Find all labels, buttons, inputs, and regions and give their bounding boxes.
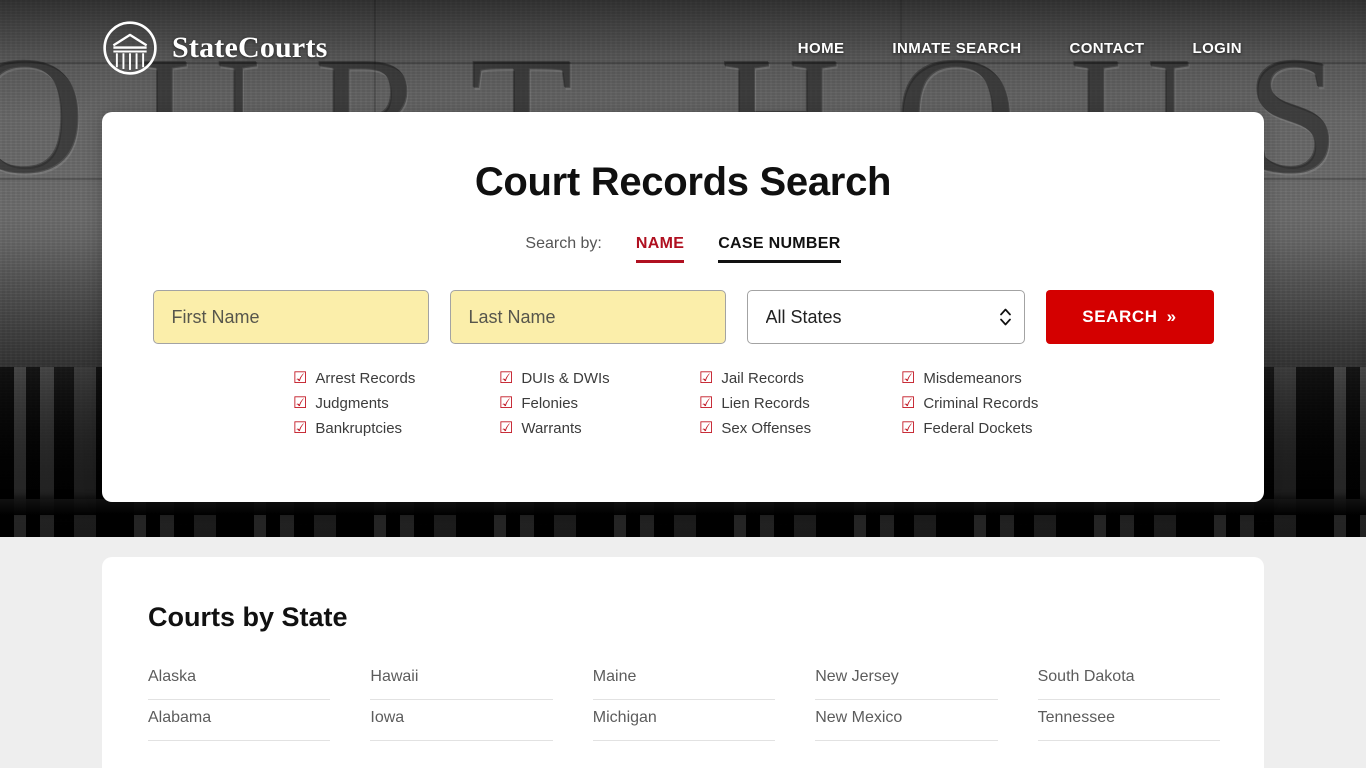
- state-link[interactable]: Hawaii: [370, 659, 553, 700]
- feature-item: ☑ Bankruptcies: [293, 420, 499, 437]
- nav-item-inmate-search[interactable]: INMATE SEARCH: [868, 32, 1045, 65]
- state-link[interactable]: Tennessee: [1037, 700, 1220, 741]
- feature-label: Arrest Records: [315, 370, 416, 387]
- double-chevron-right-icon: »: [1166, 307, 1177, 326]
- state-select-wrapper: All States: [746, 290, 1025, 344]
- site-header: StateCourts HOME INMATE SEARCH CONTACT L…: [0, 0, 1366, 96]
- search-by-label: Search by:: [525, 235, 602, 252]
- state-link[interactable]: Alaska: [148, 659, 331, 700]
- nav-item-login[interactable]: LOGIN: [1169, 32, 1267, 65]
- feature-item: ☑ Arrest Records: [293, 370, 499, 387]
- state-link[interactable]: Michigan: [592, 700, 776, 741]
- main-navigation: HOME INMATE SEARCH CONTACT LOGIN: [774, 32, 1266, 65]
- checkbox-checked-icon: ☑: [901, 394, 916, 412]
- feature-checklist: ☑ Arrest Records ☑ DUIs & DWIs ☑ Jail Recor…: [293, 370, 1073, 437]
- tab-search-by-name[interactable]: NAME: [635, 235, 685, 263]
- checkbox-checked-icon: ☑: [293, 419, 308, 437]
- courts-by-state-section: Courts by State Alaska Alabama Hawaii Io…: [0, 537, 1366, 768]
- states-column: Maine Michigan: [592, 659, 776, 741]
- feature-item: ☑ Lien Records: [699, 395, 901, 412]
- checkbox-checked-icon: ☑: [293, 394, 308, 412]
- checkbox-checked-icon: ☑: [499, 394, 514, 412]
- state-link[interactable]: South Dakota: [1037, 659, 1220, 700]
- nav-item-contact[interactable]: CONTACT: [1045, 32, 1168, 65]
- feature-label: Federal Dockets: [923, 420, 1033, 437]
- feature-item: ☑ Misdemeanors: [901, 370, 1073, 387]
- state-link[interactable]: New Mexico: [815, 700, 998, 741]
- search-card: Court Records Search Search by: NAME CAS…: [102, 112, 1264, 502]
- search-button[interactable]: SEARCH »: [1045, 290, 1214, 344]
- feature-label: Lien Records: [721, 395, 810, 412]
- brand-name: StateCourts: [172, 31, 328, 64]
- states-grid: Alaska Alabama Hawaii Iowa Maine Michiga…: [148, 659, 1220, 741]
- feature-label: Sex Offenses: [721, 420, 812, 437]
- checkbox-checked-icon: ☑: [699, 419, 714, 437]
- nav-item-home[interactable]: HOME: [774, 32, 869, 65]
- last-name-input[interactable]: [449, 290, 726, 344]
- feature-item: ☑ Sex Offenses: [699, 420, 901, 437]
- courthouse-circle-icon: [102, 20, 158, 76]
- page-title: Court Records Search: [474, 160, 892, 204]
- checkbox-checked-icon: ☑: [699, 394, 714, 412]
- feature-label: Misdemeanors: [923, 370, 1022, 387]
- state-link[interactable]: Iowa: [370, 700, 553, 741]
- states-column: Alaska Alabama: [148, 659, 331, 741]
- states-column: Hawaii Iowa: [370, 659, 553, 741]
- feature-label: Bankruptcies: [315, 420, 403, 437]
- states-column: South Dakota Tennessee: [1037, 659, 1220, 741]
- feature-item: ☑ DUIs & DWIs: [499, 370, 699, 387]
- feature-label: Felonies: [521, 395, 579, 412]
- feature-label: Jail Records: [721, 370, 804, 387]
- states-column: New Jersey New Mexico: [815, 659, 998, 741]
- search-form: All States SEARCH »: [102, 290, 1264, 344]
- feature-label: DUIs & DWIs: [521, 370, 610, 387]
- feature-item: ☑ Judgments: [293, 395, 499, 412]
- state-select[interactable]: All States: [746, 290, 1025, 344]
- feature-item: ☑ Federal Dockets: [901, 420, 1073, 437]
- section-title: Courts by State: [148, 602, 348, 632]
- courts-by-state-card: Courts by State Alaska Alabama Hawaii Io…: [102, 557, 1264, 768]
- state-link[interactable]: Alabama: [148, 700, 331, 741]
- checkbox-checked-icon: ☑: [901, 419, 916, 437]
- state-link[interactable]: New Jersey: [815, 659, 998, 700]
- checkbox-checked-icon: ☑: [699, 369, 714, 387]
- feature-item: ☑ Criminal Records: [901, 395, 1073, 412]
- first-name-input[interactable]: [152, 290, 429, 344]
- feature-label: Warrants: [521, 420, 582, 437]
- checkbox-checked-icon: ☑: [499, 369, 514, 387]
- feature-label: Judgments: [315, 395, 389, 412]
- feature-item: ☑ Felonies: [499, 395, 699, 412]
- search-by-row: Search by: NAME CASE NUMBER: [102, 235, 1264, 263]
- feature-label: Criminal Records: [923, 395, 1039, 412]
- feature-item: ☑ Jail Records: [699, 370, 901, 387]
- checkbox-checked-icon: ☑: [499, 419, 514, 437]
- checkbox-checked-icon: ☑: [293, 369, 308, 387]
- search-button-label: SEARCH: [1082, 307, 1158, 326]
- checkbox-checked-icon: ☑: [901, 369, 916, 387]
- page-root: OURT HOUS StateCourts: [0, 0, 1366, 768]
- tab-search-by-case-number[interactable]: CASE NUMBER: [718, 235, 841, 263]
- state-link[interactable]: Maine: [592, 659, 776, 700]
- brand-logo-link[interactable]: StateCourts: [102, 20, 328, 76]
- feature-item: ☑ Warrants: [499, 420, 699, 437]
